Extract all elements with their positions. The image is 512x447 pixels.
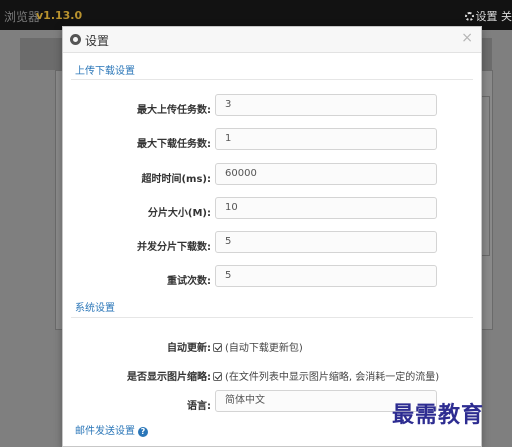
- watermark-logo: 最需教育: [392, 402, 485, 428]
- divider: [71, 79, 473, 80]
- dialog-title: 设置: [85, 34, 110, 48]
- auto-update-label: 自动更新:: [167, 343, 211, 354]
- app-nav: 设置 关: [464, 8, 512, 24]
- concurrent-chunks-input[interactable]: 5: [215, 231, 437, 253]
- thumbnail-checkbox[interactable]: [213, 372, 222, 381]
- help-icon[interactable]: ?: [138, 427, 148, 437]
- max-upload-label: 最大上传任务数:: [137, 105, 211, 116]
- app-title: 浏览器: [4, 10, 41, 24]
- thumbnail-label: 是否显示图片缩略:: [127, 372, 211, 383]
- gear-icon: [70, 34, 81, 45]
- timeout-input[interactable]: 60000: [215, 163, 437, 185]
- gear-icon: [464, 12, 474, 21]
- nav-settings-link[interactable]: 设置: [476, 10, 498, 23]
- thumbnail-option[interactable]: (在文件列表中显示图片缩略, 会消耗一定的流量): [213, 368, 439, 383]
- chunk-size-input[interactable]: 10: [215, 197, 437, 219]
- section-title-transfer: 上传下载设置: [75, 66, 135, 77]
- auto-update-option[interactable]: (自动下载更新包): [213, 339, 303, 354]
- app-version: v1.13.0: [36, 9, 83, 22]
- auto-update-checkbox[interactable]: [213, 343, 222, 352]
- language-label: 语言:: [187, 401, 211, 412]
- auto-update-text: (自动下载更新包): [225, 343, 303, 354]
- divider: [71, 317, 473, 318]
- retry-count-input[interactable]: 5: [215, 265, 437, 287]
- max-download-input[interactable]: 1: [215, 128, 437, 150]
- retry-count-label: 重试次数:: [167, 276, 211, 287]
- concurrent-chunks-label: 并发分片下载数:: [137, 242, 211, 253]
- section-title-mail: 邮件发送设置?: [75, 422, 148, 437]
- max-upload-input[interactable]: 3: [215, 94, 437, 116]
- section-title-system: 系统设置: [75, 303, 115, 314]
- timeout-label: 超时时间(ms):: [141, 174, 211, 185]
- close-button[interactable]: ×: [461, 30, 473, 46]
- dialog-header: 设置 ×: [63, 27, 481, 53]
- settings-dialog: 设置 × 上传下载设置 最大上传任务数: 3 最大下载任务数: 1 超时时间(m…: [62, 26, 482, 447]
- thumbnail-text: (在文件列表中显示图片缩略, 会消耗一定的流量): [225, 372, 440, 383]
- max-download-label: 最大下载任务数:: [137, 139, 211, 150]
- section-title-mail-text: 邮件发送设置: [75, 426, 135, 437]
- chunk-size-label: 分片大小(M):: [147, 208, 211, 219]
- nav-about-link[interactable]: 关: [501, 10, 512, 23]
